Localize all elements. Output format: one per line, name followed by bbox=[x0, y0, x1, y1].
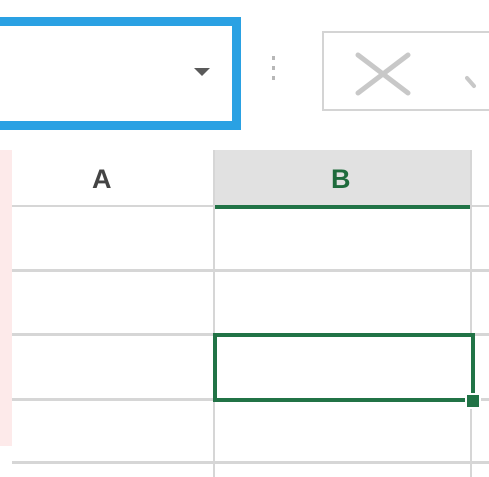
formula-bar-grip[interactable] bbox=[272, 56, 276, 86]
grip-dot bbox=[272, 76, 275, 80]
cell-b4[interactable] bbox=[215, 401, 470, 461]
cell-a2[interactable] bbox=[12, 272, 213, 333]
column-header-c[interactable] bbox=[472, 150, 489, 207]
gridline-horizontal bbox=[12, 461, 489, 464]
cell-a1[interactable] bbox=[12, 209, 213, 269]
column-header-b[interactable]: B bbox=[215, 150, 472, 209]
cancel-button[interactable] bbox=[322, 31, 489, 111]
name-box-input[interactable] bbox=[0, 26, 189, 121]
active-cell-b3[interactable] bbox=[213, 333, 475, 402]
column-header-a[interactable]: A bbox=[12, 150, 215, 207]
excel-window-crop: A B bbox=[0, 0, 489, 477]
cell-a4[interactable] bbox=[12, 401, 213, 461]
x-icon bbox=[355, 52, 411, 96]
cell-b2[interactable] bbox=[215, 272, 470, 333]
grip-dot bbox=[272, 66, 275, 70]
chevron-down-icon[interactable] bbox=[194, 68, 210, 76]
enter-button[interactable] bbox=[465, 72, 489, 97]
gridline-vertical bbox=[470, 150, 472, 477]
checkmark-icon bbox=[465, 76, 476, 88]
column-header-label: B bbox=[331, 164, 351, 194]
grip-dot bbox=[272, 56, 275, 60]
name-box[interactable] bbox=[0, 17, 241, 130]
fill-handle[interactable] bbox=[465, 393, 481, 409]
cell-a3[interactable] bbox=[12, 336, 213, 398]
row-header-strip bbox=[0, 150, 12, 446]
cell-b1[interactable] bbox=[215, 209, 470, 269]
